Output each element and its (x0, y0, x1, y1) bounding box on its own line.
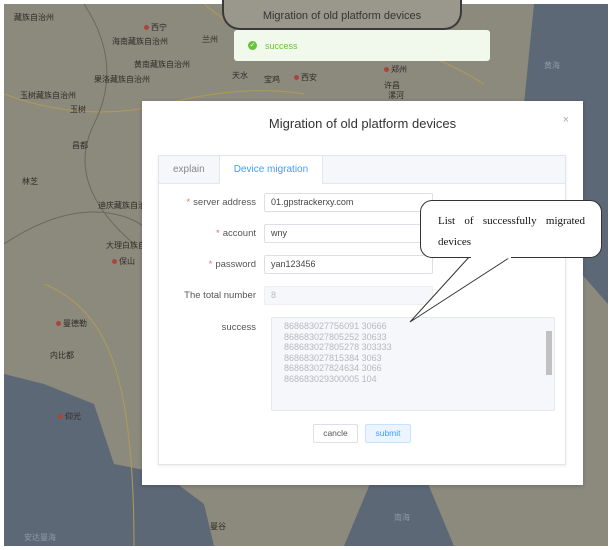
callout-tail-cover (471, 256, 511, 259)
